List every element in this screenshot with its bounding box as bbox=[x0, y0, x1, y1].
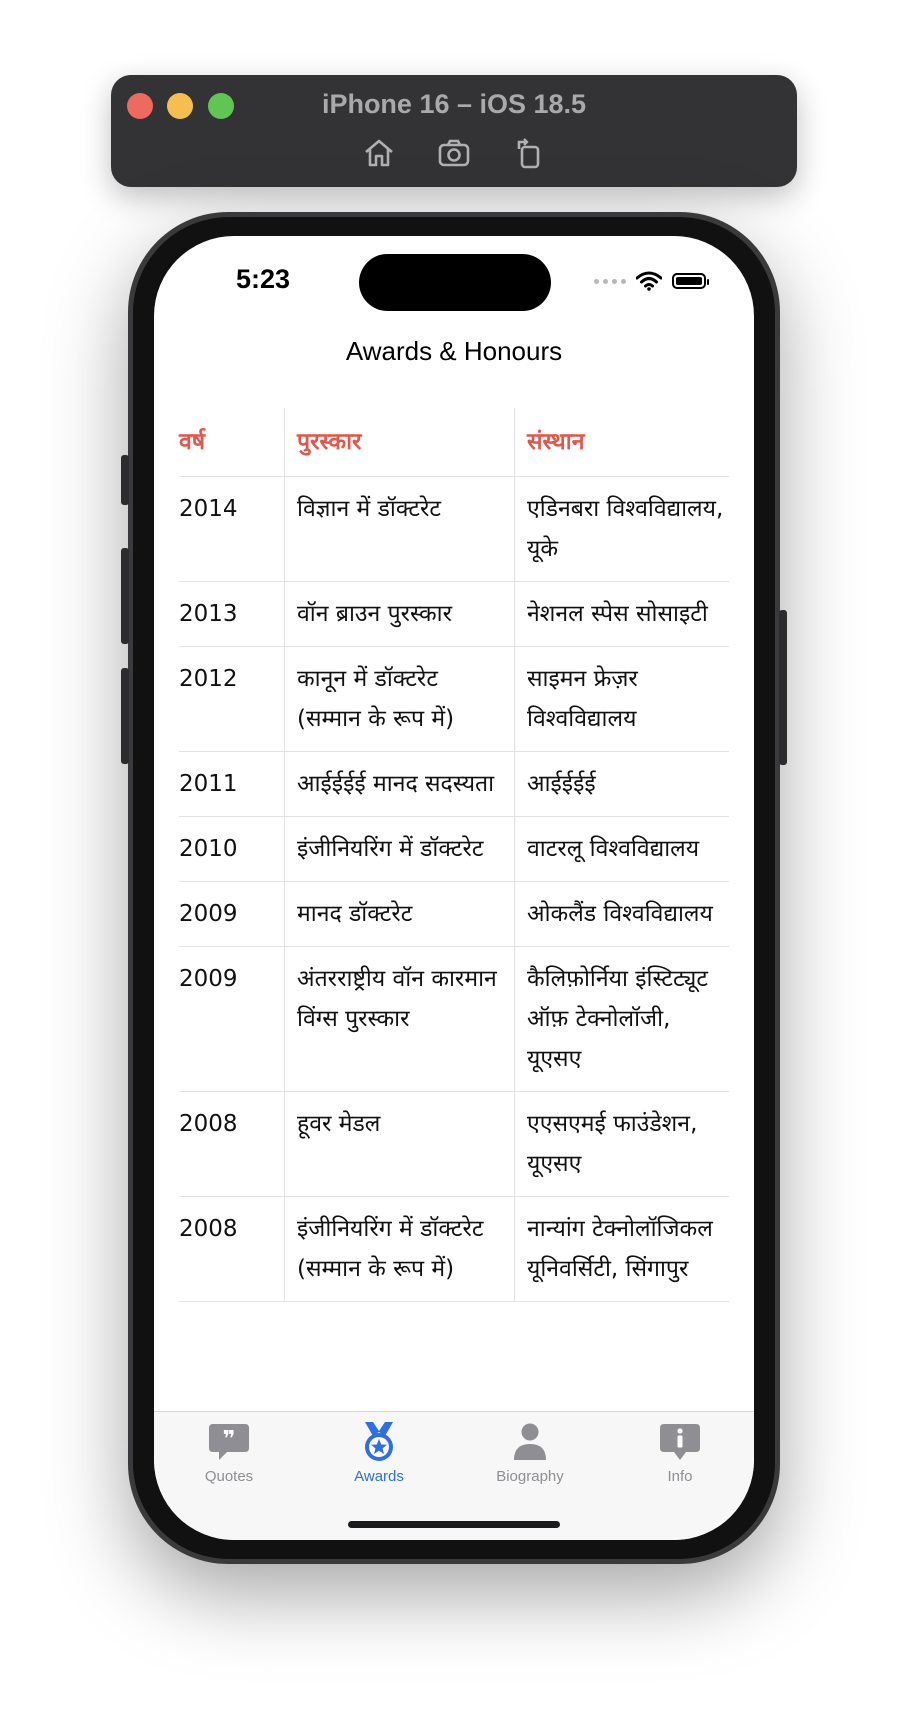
year-cell: 2009 bbox=[179, 966, 238, 992]
cellular-signal-icon bbox=[594, 278, 626, 284]
award-cell: इंजीनियरिंग में डॉक्टरेट (सम्मान के रूप … bbox=[284, 1197, 514, 1301]
award-cell: कानून में डॉक्टरेट (सम्मान के रूप में) bbox=[284, 647, 514, 751]
simulator-toolbar: iPhone 16 – iOS 18.5 bbox=[111, 75, 797, 187]
status-icons bbox=[594, 270, 709, 292]
year-cell: 2014 bbox=[179, 496, 238, 522]
award-cell: आईईईई मानद सदस्यता bbox=[284, 752, 514, 816]
dynamic-island bbox=[359, 254, 551, 311]
header-year: वर्ष bbox=[179, 429, 206, 455]
table-row: 2012 कानून में डॉक्टरेट (सम्मान के रूप मे… bbox=[179, 647, 729, 752]
rotate-icon[interactable] bbox=[511, 135, 547, 171]
tab-info[interactable]: Info bbox=[620, 1422, 740, 1485]
tab-biography[interactable]: Biography bbox=[470, 1422, 590, 1485]
table-row: 2008 हूवर मेडल एएसएमई फाउंडेशन, यूएसए bbox=[179, 1092, 729, 1197]
year-cell: 2013 bbox=[179, 601, 238, 627]
table-row: 2009 मानद डॉक्टरेट ओकलैंड विश्वविद्यालय bbox=[179, 882, 729, 947]
volume-down-button bbox=[121, 668, 129, 764]
institution-cell: नेशनल स्पेस सोसाइटी bbox=[514, 582, 729, 646]
page-title: Awards & Honours bbox=[345, 336, 563, 366]
tab-label: Info bbox=[667, 1468, 693, 1485]
award-cell: विज्ञान में डॉक्टरेट bbox=[284, 477, 514, 581]
institution-cell: एएसएमई फाउंडेशन, यूएसए bbox=[514, 1092, 729, 1196]
award-cell: हूवर मेडल bbox=[284, 1092, 514, 1196]
medal-icon bbox=[365, 1422, 393, 1461]
year-cell: 2008 bbox=[179, 1111, 238, 1137]
award-cell: वॉन ब्राउन पुरस्कार bbox=[284, 582, 514, 646]
institution-cell: कैलिफ़ोर्निया इंस्टिट्यूट ऑफ़ टेक्नोलॉजी… bbox=[514, 947, 729, 1091]
tab-quotes[interactable]: ❞ Quotes bbox=[169, 1422, 289, 1485]
screenshot-icon[interactable] bbox=[436, 135, 472, 171]
wifi-icon bbox=[636, 271, 662, 291]
volume-up-button bbox=[121, 548, 129, 644]
awards-table: वर्ष पुरस्कार संस्थान 2014 विज्ञान में डॉ… bbox=[179, 408, 729, 1302]
year-cell: 2009 bbox=[179, 901, 238, 927]
svg-text:❞: ❞ bbox=[223, 1427, 236, 1452]
award-cell: इंजीनियरिंग में डॉक्टरेट bbox=[284, 817, 514, 881]
table-row: 2014 विज्ञान में डॉक्टरेट एडिनबरा विश्वविद… bbox=[179, 477, 729, 582]
award-cell: मानद डॉक्टरेट bbox=[284, 882, 514, 946]
institution-cell: नान्यांग टेक्नोलॉजिकल यूनिवर्सिटी, सिंगा… bbox=[514, 1197, 729, 1301]
home-indicator[interactable] bbox=[348, 1521, 560, 1528]
award-cell: अंतरराष्ट्रीय वॉन कारमान विंग्स पुरस्कार bbox=[284, 947, 514, 1091]
battery-icon bbox=[672, 273, 709, 289]
status-time: 5:23 bbox=[236, 264, 291, 294]
table-row: 2009 अंतरराष्ट्रीय वॉन कारमान विंग्स पुरस… bbox=[179, 947, 729, 1092]
person-icon bbox=[514, 1423, 546, 1460]
side-button bbox=[779, 610, 787, 765]
quote-bubble-icon: ❞ bbox=[209, 1424, 249, 1460]
simulator-title: iPhone 16 – iOS 18.5 bbox=[321, 89, 587, 119]
table-row: 2011 आईईईई मानद सदस्यता आईईईई bbox=[179, 752, 729, 817]
table-row: 2013 वॉन ब्राउन पुरस्कार नेशनल स्पेस सोसाइ… bbox=[179, 582, 729, 647]
table-header-row: वर्ष पुरस्कार संस्थान bbox=[179, 408, 729, 477]
institution-cell: आईईईई bbox=[514, 752, 729, 816]
action-button bbox=[121, 455, 129, 505]
year-cell: 2010 bbox=[179, 836, 238, 862]
tab-label: Quotes bbox=[204, 1468, 254, 1485]
tab-label: Awards bbox=[354, 1468, 404, 1485]
institution-cell: एडिनबरा विश्वविद्यालय, यूके bbox=[514, 477, 729, 581]
year-cell: 2008 bbox=[179, 1216, 238, 1242]
table-row: 2008 इंजीनियरिंग में डॉक्टरेट (सम्मान के … bbox=[179, 1197, 729, 1302]
tab-label: Biography bbox=[496, 1468, 564, 1485]
info-bubble-icon bbox=[660, 1424, 700, 1460]
institution-cell: वाटरलू विश्वविद्यालय bbox=[514, 817, 729, 881]
institution-cell: ओकलैंड विश्वविद्यालय bbox=[514, 882, 729, 946]
phone-screen: 5:23 Awards & Honours वर्ष पुरस्कार संस्… bbox=[154, 236, 754, 1540]
year-cell: 2012 bbox=[179, 666, 238, 692]
home-icon[interactable] bbox=[361, 135, 397, 171]
table-body: 2014 विज्ञान में डॉक्टरेट एडिनबरा विश्वविद… bbox=[179, 477, 729, 1302]
header-award: पुरस्कार bbox=[284, 408, 514, 476]
header-institution: संस्थान bbox=[514, 408, 729, 476]
year-cell: 2011 bbox=[179, 771, 238, 797]
institution-cell: साइमन फ्रेज़र विश्वविद्यालय bbox=[514, 647, 729, 751]
tab-awards[interactable]: Awards bbox=[319, 1422, 439, 1485]
table-row: 2010 इंजीनियरिंग में डॉक्टरेट वाटरलू विश्व… bbox=[179, 817, 729, 882]
